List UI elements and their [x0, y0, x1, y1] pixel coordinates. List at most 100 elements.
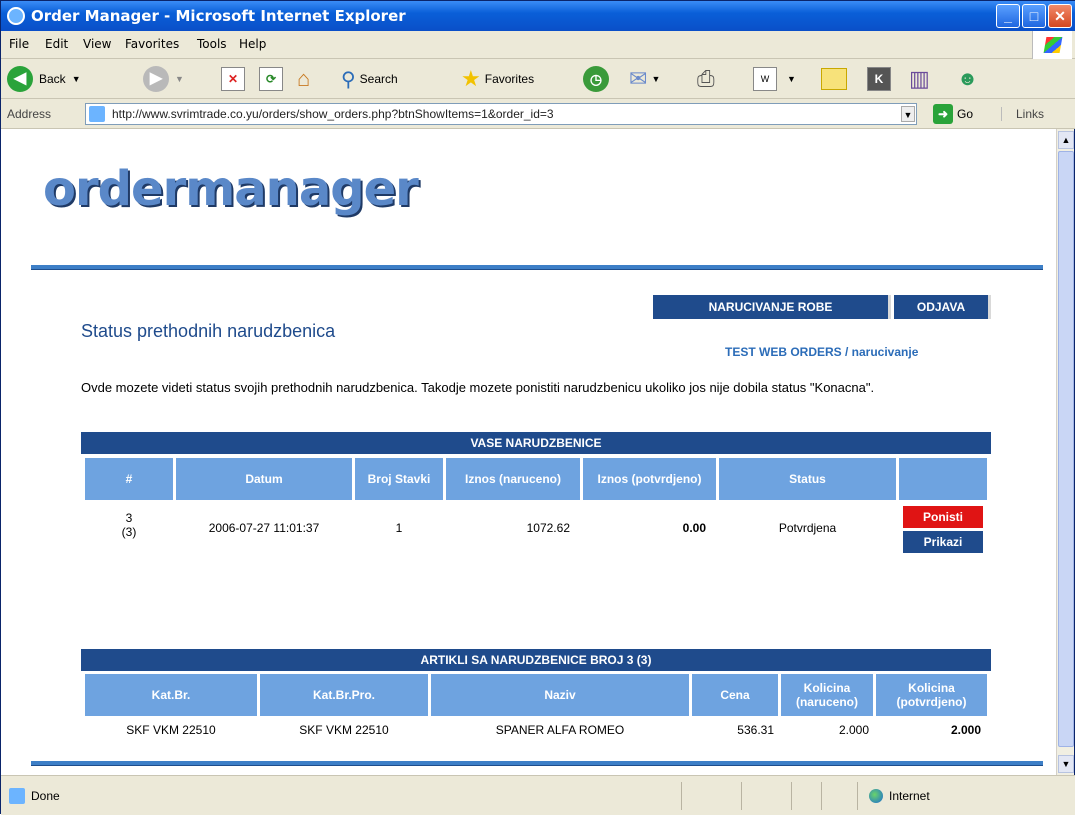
address-input[interactable]: http://www.svrimtrade.co.yu/orders/show_… — [85, 103, 917, 125]
stop-icon: ✕ — [221, 67, 245, 91]
top-divider — [31, 265, 1043, 270]
breadcrumb[interactable]: TEST WEB ORDERS / narucivanje — [725, 345, 918, 359]
orders-header-amount-confirmed: Iznos (potvrdjeno) — [583, 458, 716, 500]
order-goods-button[interactable]: NARUCIVANJE ROBE — [653, 295, 891, 319]
order-id-sub: (3) — [121, 525, 137, 539]
toolbar: ◀ Back ▼ ▶ ▼ ✕ ⟳ ⌂ ⚲ Search ★ Favorites ◷ … — [1, 59, 1075, 99]
articles-header-cat: Kat.Br. — [85, 674, 257, 716]
scroll-down-icon[interactable]: ▼ — [1058, 755, 1074, 773]
order-amount-confirmed: 0.00 — [682, 521, 706, 535]
messenger-icon: ☻ — [957, 67, 979, 90]
maximize-button[interactable]: □ — [1022, 4, 1046, 28]
close-button[interactable]: ✕ — [1048, 4, 1072, 28]
status-divider — [681, 782, 682, 810]
articles-table-title: ARTIKLI SA NARUDZBENICE BROJ 3 (3) — [81, 649, 991, 671]
links-button[interactable]: Links — [1001, 107, 1044, 121]
vertical-scrollbar[interactable]: ▲ ▼ — [1056, 129, 1074, 775]
ie-icon — [7, 7, 25, 25]
menu-tools[interactable]: Tools — [197, 37, 227, 51]
scroll-up-icon[interactable]: ▲ — [1058, 131, 1074, 149]
order-items: 1 — [395, 521, 403, 535]
go-arrow-icon: ➜ — [933, 104, 953, 124]
menu-view[interactable]: View — [83, 37, 111, 51]
forward-arrow-icon: ▶ — [143, 66, 169, 92]
windows-flag-icon — [1043, 37, 1063, 53]
back-label: Back — [39, 72, 66, 86]
edit-button[interactable]: W ▼ — [753, 65, 796, 93]
research-button[interactable]: ▥ — [909, 65, 930, 93]
go-button[interactable]: ➜ Go — [933, 104, 973, 124]
browser-window: Order Manager - Microsoft Internet Explo… — [0, 0, 1075, 815]
menu-edit[interactable]: Edit — [45, 37, 68, 51]
history-button[interactable]: ◷ — [583, 65, 609, 93]
zone-indicator: Internet — [869, 789, 930, 803]
order-amount-ordered: 1072.62 — [526, 521, 570, 535]
page-title: Status prethodnih narudzbenica — [81, 321, 336, 341]
order-status: Potvrdjena — [778, 521, 837, 535]
menu-file[interactable]: File — [9, 37, 29, 51]
windows-logo — [1032, 31, 1072, 59]
article-catpro: SKF VKM 22510 — [299, 723, 389, 737]
menu-help[interactable]: Help — [239, 37, 266, 51]
article-price: 536.31 — [737, 723, 774, 737]
favorites-label: Favorites — [484, 72, 535, 86]
page-content: ordermanager NARUCIVANJE ROBE ODJAVA Sta… — [1, 129, 1056, 775]
articles-header-qty-confirmed: Kolicina (potvrdjeno) — [876, 674, 987, 716]
scroll-thumb[interactable] — [1058, 151, 1074, 747]
back-button[interactable]: ◀ Back ▼ — [7, 65, 81, 93]
show-order-button[interactable]: Prikazi — [903, 531, 983, 553]
status-divider — [741, 782, 742, 810]
menu-favorites[interactable]: Favorites — [125, 37, 179, 51]
orders-header-actions — [899, 458, 987, 500]
articles-header-price: Cena — [692, 674, 778, 716]
status-divider — [791, 782, 792, 810]
print-button[interactable]: ⎙ — [697, 65, 715, 93]
home-icon: ⌂ — [297, 66, 311, 91]
messenger-k-button[interactable]: K — [867, 65, 891, 93]
orders-header-amount-ordered: Iznos (naruceno) — [446, 458, 580, 500]
menu-bar: File Edit View Favorites Tools Help — [1, 31, 1075, 59]
article-qty-confirmed: 2.000 — [950, 723, 981, 737]
mail-icon: ✉ — [629, 66, 648, 91]
bottom-divider — [31, 761, 1043, 766]
logout-button[interactable]: ODJAVA — [894, 295, 991, 319]
stop-button[interactable]: ✕ — [221, 65, 245, 93]
article-qty-ordered: 2.000 — [838, 723, 869, 737]
refresh-icon: ⟳ — [259, 67, 283, 91]
status-divider — [821, 782, 822, 810]
articles-header-catpro: Kat.Br.Pro. — [260, 674, 428, 716]
edit-page-icon: W — [753, 67, 777, 91]
favorites-button[interactable]: ★ Favorites — [461, 65, 534, 93]
history-icon: ◷ — [583, 66, 609, 92]
address-url: http://www.svrimtrade.co.yu/orders/show_… — [112, 107, 554, 121]
orders-table-title: VASE NARUDZBENICE — [81, 432, 991, 454]
articles-header-qty-ordered: Kolicina (naruceno) — [781, 674, 873, 716]
orders-header-number: # — [85, 458, 173, 500]
home-button[interactable]: ⌂ — [297, 65, 310, 93]
status-text: Done — [31, 789, 60, 803]
articles-header-name: Naziv — [431, 674, 689, 716]
address-bar: Address http://www.svrimtrade.co.yu/orde… — [1, 99, 1075, 129]
refresh-button[interactable]: ⟳ — [259, 65, 283, 93]
mail-button[interactable]: ✉ ▼ — [629, 65, 660, 93]
printer-icon: ⎙ — [697, 66, 715, 91]
k-icon: K — [867, 67, 891, 91]
search-button[interactable]: ⚲ Search — [341, 65, 398, 93]
address-label: Address — [7, 107, 52, 121]
search-label: Search — [359, 72, 398, 86]
messenger-button[interactable]: ☻ — [957, 65, 978, 93]
discuss-icon — [821, 68, 847, 90]
logo: ordermanager — [43, 161, 419, 217]
go-label: Go — [957, 107, 974, 121]
discuss-button[interactable] — [821, 65, 847, 93]
window-title: Order Manager - Microsoft Internet Explo… — [31, 7, 406, 25]
status-divider — [857, 782, 858, 810]
orders-header-items: Broj Stavki — [355, 458, 443, 500]
minimize-button[interactable]: _ — [996, 4, 1020, 28]
article-name: SPANER ALFA ROMEO — [495, 723, 625, 737]
forward-button[interactable]: ▶ ▼ — [143, 65, 184, 93]
cancel-order-button[interactable]: Ponisti — [903, 506, 983, 528]
zone-label: Internet — [889, 789, 930, 803]
address-dropdown-icon[interactable]: ▼ — [901, 106, 915, 122]
orders-header-date: Datum — [176, 458, 352, 500]
